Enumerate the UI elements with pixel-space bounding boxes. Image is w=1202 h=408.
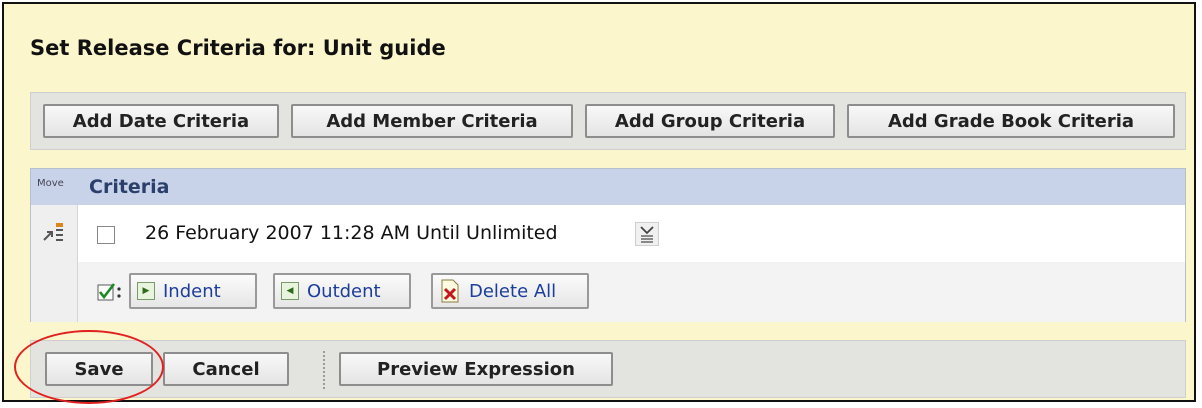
save-button[interactable]: Save [45,352,153,386]
criteria-row: 26 February 2007 11:28 AM Until Unlimite… [31,205,1185,263]
delete-all-label: Delete All [469,280,557,302]
outdent-label: Outdent [307,280,381,302]
criteria-actions-row: ▶ Indent ◀ Outdent Delete All [31,262,1185,322]
row-gutter [31,262,78,322]
move-column-label: Move [37,178,64,189]
criteria-table: Move Criteria 26 February 2007 11:28 AM … [30,168,1186,322]
indent-button[interactable]: ▶ Indent [129,273,257,309]
footer-actions: Save Cancel Preview Expression [30,340,1186,398]
move-handle-icon[interactable] [41,220,67,246]
row-gutter [31,205,78,262]
criteria-toolbar: Add Date Criteria Add Member Criteria Ad… [30,92,1186,150]
criteria-header: Move Criteria [31,169,1185,206]
indent-icon: ▶ [137,282,155,300]
edit-criteria-icon[interactable] [635,222,659,246]
preview-expression-button[interactable]: Preview Expression [339,352,613,386]
footer-divider [323,351,325,389]
release-criteria-panel: Set Release Criteria for: Unit guide Add… [2,2,1196,402]
add-member-criteria-button[interactable]: Add Member Criteria [291,104,573,138]
add-group-criteria-button[interactable]: Add Group Criteria [585,104,835,138]
indent-label: Indent [163,280,221,302]
cancel-button[interactable]: Cancel [163,352,289,386]
page-title: Set Release Criteria for: Unit guide [30,36,446,60]
add-date-criteria-button[interactable]: Add Date Criteria [43,104,279,138]
outdent-icon: ◀ [281,282,299,300]
outdent-button[interactable]: ◀ Outdent [273,273,411,309]
select-all-check-icon[interactable] [97,282,127,302]
criteria-row-text: 26 February 2007 11:28 AM Until Unlimite… [145,222,558,244]
delete-document-icon [441,279,459,303]
criteria-column-title: Criteria [89,176,170,198]
criteria-row-checkbox[interactable] [97,226,115,244]
add-gradebook-criteria-button[interactable]: Add Grade Book Criteria [847,104,1175,138]
delete-all-button[interactable]: Delete All [431,273,589,309]
